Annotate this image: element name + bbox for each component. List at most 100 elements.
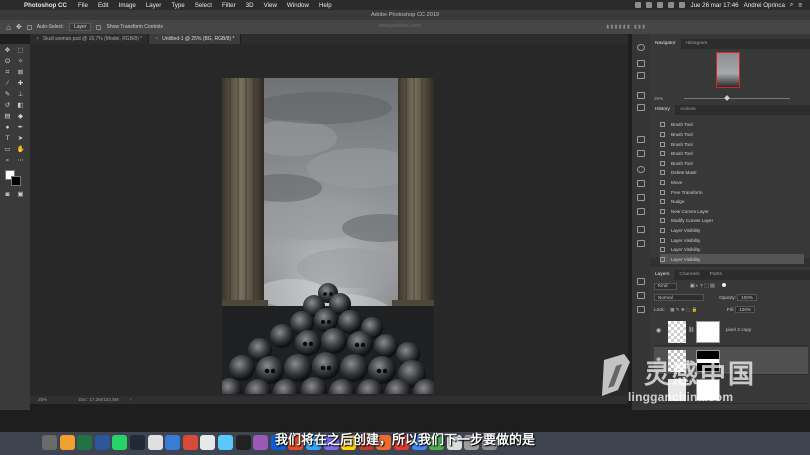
battery-icon[interactable] [679, 2, 686, 8]
zoom-level[interactable]: 25% [38, 397, 47, 402]
background-color-swatch[interactable] [11, 176, 21, 186]
layer-comps-icon[interactable] [637, 306, 645, 313]
wifi-icon[interactable] [668, 2, 675, 8]
transform-controls-checkbox[interactable] [96, 24, 102, 30]
history-item[interactable]: Free Transform [660, 187, 804, 197]
menu-3d[interactable]: 3D [246, 2, 254, 9]
close-icon[interactable]: × [155, 36, 158, 42]
history-item[interactable]: Layer Visibility [660, 226, 804, 236]
move-tool-icon[interactable]: ✥ [16, 23, 22, 31]
healing-brush-icon[interactable]: ✚ [16, 80, 25, 88]
filter-toggle[interactable] [721, 283, 726, 287]
paths-icon[interactable] [637, 292, 645, 299]
close-icon[interactable]: × [36, 36, 39, 42]
filter-icons[interactable]: ▣ ◐ T ⬚ ▤ [690, 284, 715, 289]
menu-edit[interactable]: Edit [98, 2, 109, 9]
adjustments-icon[interactable] [637, 194, 645, 201]
menu-layer[interactable]: Layer [146, 2, 161, 9]
character-icon[interactable] [637, 60, 645, 67]
layer-thumbnail[interactable] [668, 321, 686, 343]
tab-navigator[interactable]: Navigator [650, 39, 681, 49]
dodge-tool-icon[interactable]: ● [3, 124, 12, 132]
opacity-input[interactable]: 100% [737, 294, 757, 301]
brush-settings-icon[interactable] [637, 92, 645, 99]
eye-icon[interactable]: ◉ [656, 327, 661, 334]
tab-actions[interactable]: Actions [675, 105, 701, 115]
layer-mask-thumbnail[interactable] [696, 321, 720, 343]
navigator-zoom[interactable]: 25% [654, 96, 663, 101]
history-item[interactable]: Brush Tool [660, 139, 804, 149]
layers-icon[interactable] [637, 278, 645, 285]
status-icon[interactable] [635, 2, 642, 8]
history-item[interactable]: Brush Tool [660, 120, 804, 130]
tab-histogram[interactable]: Histogram [681, 39, 713, 49]
eyedropper-icon[interactable]: ⁄ [3, 80, 12, 88]
more-tools-icon[interactable]: ⋯ [16, 157, 25, 165]
tab-layers[interactable]: Layers [650, 270, 675, 280]
lasso-tool-icon[interactable]: ʘ [3, 58, 12, 66]
rectangle-tool-icon[interactable]: ▭ [3, 146, 12, 154]
eraser-icon[interactable]: ◧ [16, 102, 25, 110]
hand-tool-icon[interactable]: ✋ [16, 146, 25, 154]
glyphs-icon[interactable] [637, 150, 645, 157]
home-icon[interactable]: ⌂ [6, 23, 11, 32]
menu-type[interactable]: Type [171, 2, 184, 9]
menu-filter[interactable]: Filter [222, 2, 236, 9]
history-item[interactable]: New Curves Layer [660, 206, 804, 216]
crop-tool-icon[interactable]: ⌗ [3, 69, 12, 77]
move-tool-icon[interactable]: ✥ [3, 47, 12, 55]
styles-icon[interactable] [637, 226, 645, 233]
tab-paths[interactable]: Paths [705, 270, 727, 280]
tab-untitled-1[interactable]: × Untitled-1 @ 25% (BG, RGB/8) * [149, 34, 242, 44]
history-item[interactable]: Layer Visibility [660, 245, 804, 255]
layer-name[interactable]: pixel 2 copy [726, 328, 751, 333]
color-icon[interactable] [637, 166, 645, 173]
chevron-right-icon[interactable]: › [130, 397, 132, 402]
gradient-tool-icon[interactable]: ▤ [3, 113, 12, 121]
history-item[interactable]: Move [660, 178, 804, 188]
search-icon[interactable]: ⌕ [790, 1, 793, 9]
tab-channels[interactable]: Channels [674, 270, 704, 280]
history-item[interactable]: Layer Visibility [660, 254, 804, 265]
blend-mode-dropdown[interactable]: Normal [654, 294, 704, 301]
libraries-icon[interactable] [637, 136, 645, 143]
quick-mask-icon[interactable]: ◙ [3, 191, 12, 199]
menu-help[interactable]: Help [319, 2, 332, 9]
menu-list-icon[interactable]: ≡ [798, 2, 802, 9]
align-buttons[interactable]: ▮ ▮ ▮ ▮ ▮ ▮ ▮ ▮ ▮ [606, 24, 645, 30]
frame-tool-icon[interactable]: ⊠ [16, 69, 25, 77]
history-item[interactable]: Brush Tool [660, 149, 804, 159]
document-size[interactable]: Doc: 17,2M/102,8M [78, 397, 118, 402]
history-item[interactable]: Modify Curves Layer [660, 216, 804, 226]
layer-kind-dropdown[interactable]: Kind [654, 283, 677, 290]
menubar-user[interactable]: Andrei Oprinca [744, 2, 785, 9]
pen-tool-icon[interactable]: ✒ [16, 124, 25, 132]
lock-icons[interactable]: ▦ ✎ ✥ ⬚ 🔒 [670, 307, 697, 312]
menubar-clock[interactable]: Jue 26 mar 17:46 [690, 2, 738, 9]
type-tool-icon[interactable]: T [3, 135, 12, 143]
screen-mode-icon[interactable]: ▣ [16, 191, 25, 199]
path-select-icon[interactable]: ➤ [16, 135, 25, 143]
clone-stamp-icon[interactable]: ⊥ [16, 91, 25, 99]
navigator-zoom-slider[interactable] [684, 98, 790, 99]
layer-row[interactable]: ◉ ⛓ pixel 2 copy [654, 318, 808, 346]
history-item[interactable]: Brush Tool [660, 130, 804, 140]
history-item[interactable]: Brush Tool [660, 158, 804, 168]
menu-view[interactable]: View [264, 2, 277, 9]
navigator-zoom-thumb[interactable] [724, 95, 730, 101]
tab-history[interactable]: History [650, 105, 675, 115]
document-canvas-image[interactable] [222, 78, 434, 394]
channels-icon[interactable] [637, 240, 645, 247]
menu-image[interactable]: Image [119, 2, 136, 9]
link-icon[interactable]: ⛓ [688, 327, 694, 333]
swatches-icon[interactable] [637, 180, 645, 187]
tab-skull-woman[interactable]: × Skull woman.psd @ 16,7% (Model, RGB/8) … [30, 34, 150, 44]
navigator-preview[interactable] [716, 52, 740, 88]
volume-icon[interactable] [657, 2, 664, 8]
marquee-tool-icon[interactable]: ⬚ [16, 47, 25, 55]
magic-wand-icon[interactable]: ✧ [16, 58, 25, 66]
paragraph-icon[interactable] [637, 72, 645, 79]
history-item[interactable]: Layer Visibility [660, 235, 804, 245]
menu-select[interactable]: Select [195, 2, 212, 9]
menu-app-name[interactable]: Photoshop CC [24, 2, 67, 9]
